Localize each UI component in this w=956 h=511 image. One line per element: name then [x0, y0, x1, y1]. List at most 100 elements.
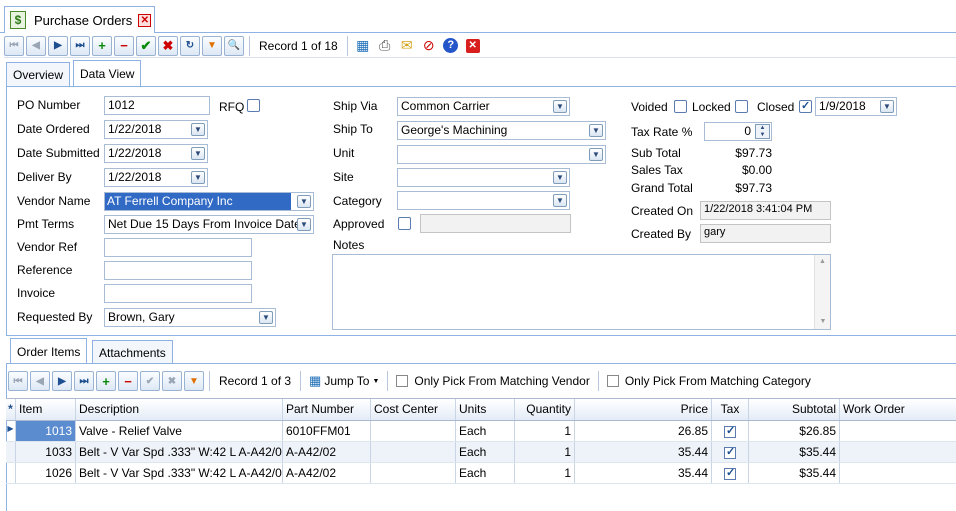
- next-item-button[interactable]: ▶: [52, 371, 72, 391]
- po-number-input[interactable]: 1012: [104, 96, 210, 115]
- table-row[interactable]: 1026 Belt - V Var Spd .333" W:42 L A-A42…: [6, 463, 956, 484]
- cancel-edit-button[interactable]: ✖: [158, 35, 178, 56]
- tax-checkbox[interactable]: [724, 424, 736, 438]
- item-cell[interactable]: 1026: [16, 463, 76, 483]
- scroll-down-icon[interactable]: ▼: [815, 315, 830, 329]
- description-cell[interactable]: Belt - V Var Spd .333" W:42 L A-A42/02: [76, 442, 283, 462]
- units-cell[interactable]: Each: [456, 421, 515, 441]
- first-item-button[interactable]: ⏮: [8, 371, 28, 391]
- spin-arrows-icon[interactable]: ▲ ▼: [755, 124, 770, 139]
- work-order-cell[interactable]: [840, 463, 956, 483]
- quantity-cell[interactable]: 1: [515, 442, 575, 462]
- only-vendor-toggle[interactable]: Only Pick From Matching Vendor: [393, 374, 592, 388]
- export-icon[interactable]: ▦: [353, 36, 373, 56]
- jump-to-button[interactable]: ▦ Jump To ▼: [306, 373, 382, 389]
- quantity-cell[interactable]: 1: [515, 421, 575, 441]
- column-header-part-number[interactable]: Part Number: [283, 399, 371, 420]
- email-icon[interactable]: ✉: [397, 36, 417, 56]
- previous-item-button[interactable]: ◀: [30, 371, 50, 391]
- pmt-terms-select[interactable]: Net Due 15 Days From Invoice Date ▼: [104, 215, 314, 234]
- chevron-down-icon[interactable]: ▼: [259, 311, 273, 324]
- first-record-button[interactable]: ⏮: [4, 35, 24, 56]
- tax-cell[interactable]: [712, 463, 749, 483]
- vendor-ref-input[interactable]: [104, 238, 252, 257]
- tax-cell[interactable]: [712, 421, 749, 441]
- table-row[interactable]: ▶ 1013 Valve - Relief Valve 6010FFM01 Ea…: [6, 421, 956, 442]
- add-item-button[interactable]: +: [96, 371, 116, 391]
- chevron-down-icon[interactable]: ▼: [553, 100, 567, 113]
- tax-cell[interactable]: [712, 442, 749, 462]
- refresh-button[interactable]: ↻: [180, 35, 200, 56]
- quantity-cell[interactable]: 1: [515, 463, 575, 483]
- chevron-down-icon[interactable]: ▼: [589, 148, 603, 161]
- save-item-button[interactable]: ✔: [140, 371, 160, 391]
- last-record-button[interactable]: ⏭: [70, 35, 90, 56]
- rfq-checkbox[interactable]: [247, 99, 260, 112]
- unit-select[interactable]: ▼: [397, 145, 606, 164]
- item-filter-button[interactable]: ▼: [184, 371, 204, 391]
- tab-data-view[interactable]: Data View: [73, 60, 142, 87]
- tax-checkbox[interactable]: [724, 466, 736, 480]
- purchase-orders-doc-tab[interactable]: $ Purchase Orders ✕: [4, 6, 155, 33]
- column-header-cost-center[interactable]: Cost Center: [371, 399, 456, 420]
- cancel-item-button[interactable]: ✖: [162, 371, 182, 391]
- column-header-units[interactable]: Units: [456, 399, 515, 420]
- help-icon[interactable]: ?: [441, 36, 461, 56]
- last-item-button[interactable]: ⏭: [74, 371, 94, 391]
- closed-checkbox[interactable]: [799, 99, 812, 113]
- close-tab-icon[interactable]: ✕: [138, 13, 152, 27]
- table-row[interactable]: 1033 Belt - V Var Spd .333" W:42 L A-A42…: [6, 442, 956, 463]
- deliver-by-input[interactable]: 1/22/2018 ▼: [104, 168, 208, 187]
- cost-center-cell[interactable]: [371, 463, 456, 483]
- tab-overview[interactable]: Overview: [6, 62, 71, 87]
- tab-attachments[interactable]: Attachments: [92, 340, 173, 364]
- locked-checkbox[interactable]: [735, 100, 748, 113]
- item-cell[interactable]: 1033: [16, 442, 76, 462]
- reference-input[interactable]: [104, 261, 252, 280]
- filter-button[interactable]: ▼: [202, 35, 222, 56]
- tax-checkbox[interactable]: [724, 445, 736, 459]
- requested-by-select[interactable]: Brown, Gary ▼: [104, 308, 276, 327]
- add-record-button[interactable]: +: [92, 35, 112, 56]
- column-header-price[interactable]: Price: [575, 399, 712, 420]
- scroll-up-icon[interactable]: ▲: [815, 255, 830, 269]
- chevron-down-icon[interactable]: ▼: [553, 194, 567, 207]
- only-vendor-checkbox[interactable]: [396, 375, 409, 387]
- site-select[interactable]: ▼: [397, 168, 570, 187]
- delete-record-button[interactable]: −: [114, 35, 134, 56]
- date-ordered-input[interactable]: 1/22/2018 ▼: [104, 120, 208, 139]
- item-cell[interactable]: 1013: [16, 421, 76, 441]
- work-order-cell[interactable]: [840, 442, 956, 462]
- vendor-name-select[interactable]: AT Ferrell Company Inc ▼: [104, 192, 314, 211]
- approved-checkbox[interactable]: [398, 217, 411, 230]
- void-icon[interactable]: ⊘: [419, 36, 439, 56]
- price-cell[interactable]: 35.44: [575, 442, 712, 462]
- tax-rate-spinner[interactable]: 0 ▲ ▼: [704, 122, 772, 141]
- column-header-description[interactable]: Description: [76, 399, 283, 420]
- description-cell[interactable]: Valve - Relief Valve: [76, 421, 283, 441]
- chevron-down-icon[interactable]: ▼: [589, 124, 603, 137]
- price-cell[interactable]: 26.85: [575, 421, 712, 441]
- chevron-down-icon[interactable]: ▼: [191, 147, 205, 160]
- voided-checkbox[interactable]: [674, 100, 687, 113]
- tab-order-items[interactable]: Order Items: [10, 338, 88, 364]
- price-cell[interactable]: 35.44: [575, 463, 712, 483]
- chevron-down-icon[interactable]: ▼: [297, 195, 311, 208]
- part-number-cell[interactable]: 6010FFM01: [283, 421, 371, 441]
- print-icon[interactable]: ⎙: [375, 36, 395, 56]
- find-button[interactable]: 🔍: [224, 35, 244, 56]
- save-record-button[interactable]: ✔: [136, 35, 156, 56]
- part-number-cell[interactable]: A-A42/02: [283, 463, 371, 483]
- delete-item-button[interactable]: −: [118, 371, 138, 391]
- next-record-button[interactable]: ▶: [48, 35, 68, 56]
- units-cell[interactable]: Each: [456, 463, 515, 483]
- category-select[interactable]: ▼: [397, 191, 570, 210]
- chevron-down-icon[interactable]: ▼: [297, 218, 311, 231]
- column-header-tax[interactable]: Tax: [712, 399, 749, 420]
- close-window-icon[interactable]: ✕: [463, 36, 483, 56]
- description-cell[interactable]: Belt - V Var Spd .333" W:42 L A-A42/02: [76, 463, 283, 483]
- cost-center-cell[interactable]: [371, 442, 456, 462]
- units-cell[interactable]: Each: [456, 442, 515, 462]
- chevron-down-icon[interactable]: ▼: [553, 171, 567, 184]
- invoice-input[interactable]: [104, 284, 252, 303]
